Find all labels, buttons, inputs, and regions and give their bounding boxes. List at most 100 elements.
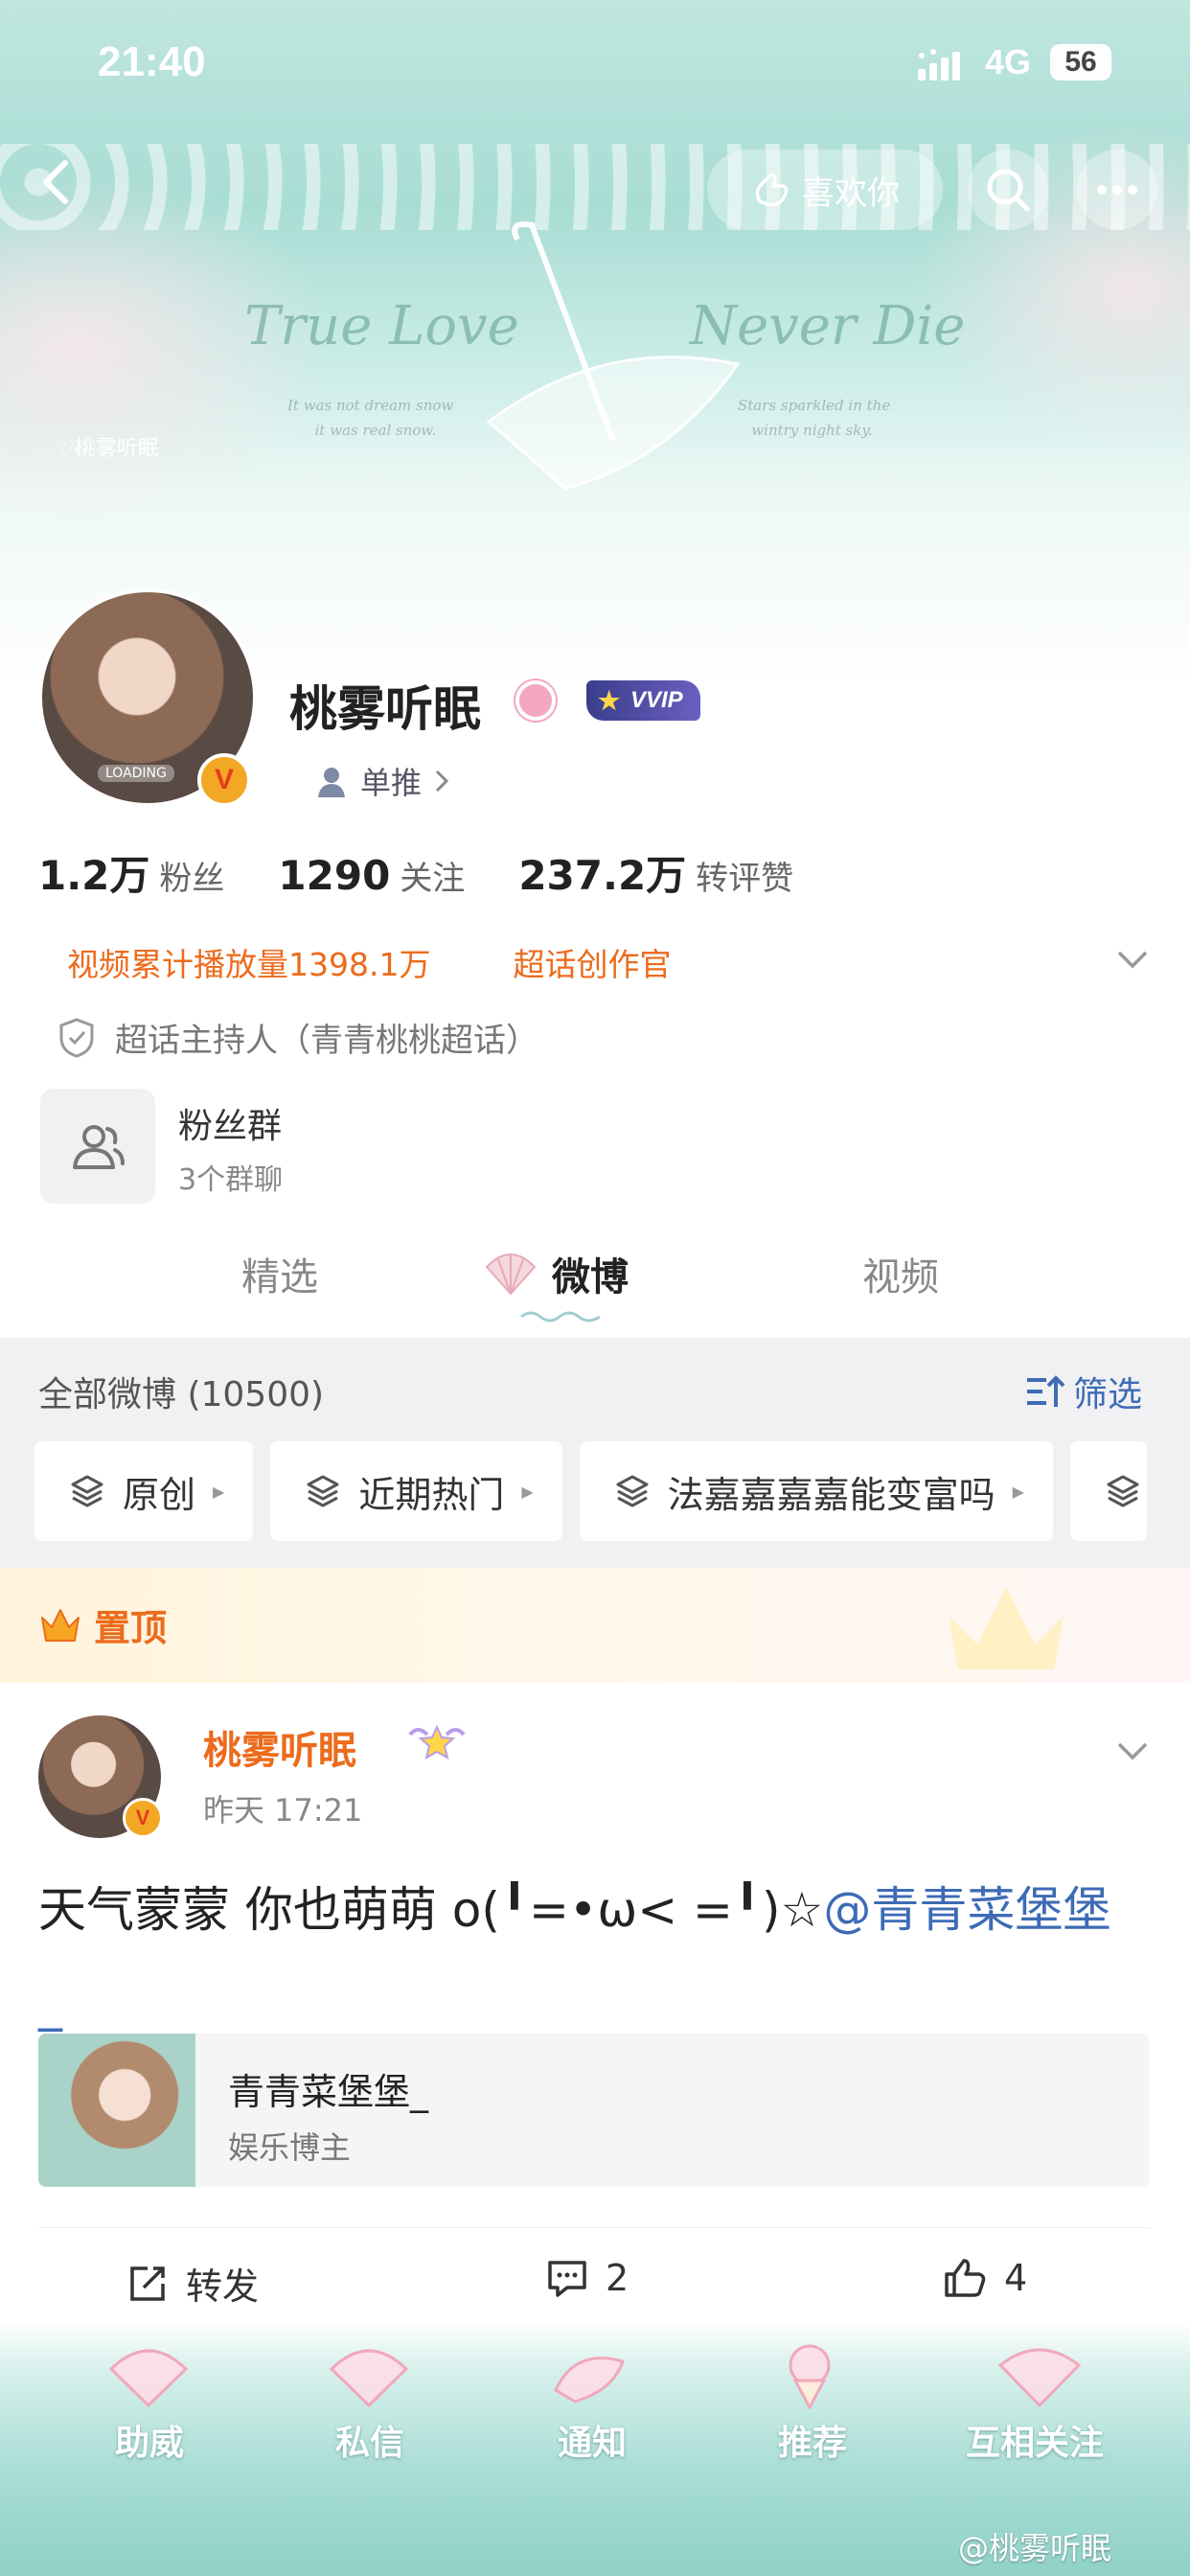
weibo-watermark: @桃雾听眠 <box>958 2530 1112 2566</box>
banner-poem-right: Stars sparkled in the wintry night sky. <box>738 397 891 439</box>
fans-group-subtitle: 3个群聊 <box>178 1163 284 1197</box>
feed-header: 全部微博 (10500) 筛选 原创 ▶ 近期热门 ▶ 法嘉嘉嘉嘉能变富吗 ▶ <box>0 1338 1190 1568</box>
fan-tag-label: 单推 <box>360 765 423 801</box>
post-body: 天气蒙蒙 你也萌萌 o(╹=•ω< =╹)☆ <box>38 1882 824 1938</box>
mentioned-user-name: 青青菜堡堡_ <box>228 2071 429 2113</box>
feed-title: 全部微博 (10500) <box>38 1375 325 1414</box>
host-info[interactable]: 超话主持人（青青桃桃超话） <box>57 1014 538 1061</box>
stat-following-label: 关注 <box>400 860 466 898</box>
repost-label: 转发 <box>186 2266 260 2308</box>
post-actions: 转发 2 4 <box>38 2227 1150 2333</box>
profile-stats: 1.2万 粉丝 1290 关注 237.2万 转评赞 <box>38 843 793 902</box>
chevron-right-icon <box>435 770 449 793</box>
tab-featured[interactable]: 精选 <box>241 1246 318 1301</box>
chip-original[interactable]: 原创 ▶ <box>34 1441 254 1541</box>
mentioned-user-card[interactable]: 青青菜堡堡_ 娱乐博主 <box>38 2034 1150 2187</box>
tab-underline-deco <box>520 1311 601 1322</box>
host-label: 超话主持人（青青桃桃超话） <box>115 1022 538 1060</box>
more-button[interactable] <box>1077 150 1157 230</box>
message-button[interactable]: 私信 <box>335 2415 404 2465</box>
crown-decoration <box>949 1587 1064 1669</box>
post-author[interactable]: 桃雾听眠 <box>203 1719 356 1775</box>
fans-group-icon-box <box>40 1089 155 1204</box>
layers-icon <box>1107 1475 1139 1507</box>
post-text: 天气蒙蒙 你也萌萌 o(╹=•ω< =╹)☆@青青菜堡堡 _ <box>38 1863 1159 2051</box>
tab-weibo[interactable]: 微博 <box>552 1246 629 1301</box>
caret-right-icon: ▶ <box>1012 1482 1024 1501</box>
vvip-badge[interactable]: VVIP <box>586 680 700 721</box>
back-icon[interactable] <box>29 153 86 211</box>
battery-level: 56 <box>1050 44 1111 80</box>
fan-shell-icon <box>997 2348 1082 2408</box>
fan-tag-button[interactable]: 单推 <box>316 759 450 803</box>
category-chips: 原创 ▶ 近期热门 ▶ 法嘉嘉嘉嘉能变富吗 ▶ <box>34 1441 1147 1541</box>
banner-name-watermark: ♡桃雾听眠 <box>56 437 159 461</box>
stat-interactions-label: 转评赞 <box>696 860 794 898</box>
thumbs-up-icon <box>945 2259 986 2297</box>
signal-icon <box>918 49 960 80</box>
filter-button[interactable]: 筛选 <box>1025 1367 1142 1416</box>
conch-icon <box>554 2357 625 2404</box>
like-you-label: 喜欢你 <box>802 173 900 213</box>
heart-hand-icon <box>755 172 789 207</box>
search-icon <box>987 169 1030 212</box>
banner-poem-left: It was not dream snow it was real snow. <box>287 397 454 439</box>
shell-icon <box>108 2349 189 2408</box>
repost-icon <box>130 2266 165 2301</box>
seashell-icon <box>485 1254 537 1296</box>
stat-followers-num: 1.2万 <box>38 852 150 899</box>
stat-interactions[interactable]: 237.2万 转评赞 <box>518 843 793 902</box>
mutual-follow-button[interactable]: 互相关注 <box>966 2415 1104 2465</box>
post-mention-tail[interactable]: _ <box>38 1976 62 2032</box>
fans-group[interactable]: 粉丝群 3个群聊 <box>38 1087 1150 1206</box>
cheer-button[interactable]: 助威 <box>115 2415 184 2465</box>
pinned-bar: 置顶 <box>0 1568 1190 1683</box>
video-plays-link[interactable]: 视频累计播放量1398.1万 <box>67 939 430 985</box>
super-topic-creator-link[interactable]: 超话创作官 <box>513 939 671 985</box>
shell-icon <box>329 2349 409 2408</box>
stat-followers-label: 粉丝 <box>159 860 225 898</box>
status-bar: 21:40 4G 56 <box>0 0 1190 125</box>
status-time: 21:40 <box>98 38 206 85</box>
comment-icon <box>548 2261 586 2297</box>
umbrella-illustration <box>486 221 741 491</box>
fans-group-title: 粉丝群 <box>178 1107 283 1146</box>
more-icon <box>1097 185 1137 195</box>
comment-button[interactable]: 2 <box>546 2257 629 2299</box>
layers-icon <box>616 1475 649 1507</box>
ice-cream-icon <box>789 2344 831 2409</box>
recommend-button[interactable]: 推荐 <box>778 2415 847 2465</box>
chip-more-cut[interactable] <box>1069 1441 1147 1541</box>
profile-tabs: 精选 微博 视频 <box>0 1236 1190 1336</box>
notify-button[interactable]: 通知 <box>558 2415 627 2465</box>
search-button[interactable] <box>968 150 1048 230</box>
super-topic-icon[interactable] <box>515 680 556 721</box>
chip-original-label: 原创 <box>123 1473 196 1516</box>
filter-label: 筛选 <box>1073 1375 1143 1414</box>
post-time: 昨天 17:21 <box>203 1792 363 1828</box>
avatar-loading-tag: LOADING <box>98 765 174 782</box>
member-badge-icon <box>408 1724 466 1760</box>
chip-topic[interactable]: 法嘉嘉嘉嘉能变富吗 ▶ <box>579 1441 1053 1541</box>
mentioned-user-role: 娱乐博主 <box>228 2129 352 2166</box>
post-verified-badge: V <box>123 1798 163 1838</box>
chip-topic-label: 法嘉嘉嘉嘉能变富吗 <box>667 1473 995 1516</box>
tab-video[interactable]: 视频 <box>862 1246 939 1301</box>
chip-trending[interactable]: 近期热门 ▶ <box>270 1441 562 1541</box>
mentioned-user-thumbnail <box>38 2034 195 2187</box>
chevron-down-icon[interactable] <box>1113 941 1152 979</box>
verified-badge: V <box>197 753 251 807</box>
shield-icon <box>59 1017 94 1058</box>
group-icon <box>73 1125 125 1169</box>
stat-following[interactable]: 1290 关注 <box>278 852 465 899</box>
profile-highlights: 视频累计播放量1398.1万 超话创作官 <box>67 939 671 985</box>
chip-trending-label: 近期热门 <box>358 1473 505 1516</box>
repost-button[interactable]: 转发 <box>126 2257 259 2310</box>
network-type: 4G <box>985 42 1032 81</box>
like-button[interactable]: 4 <box>943 2257 1027 2299</box>
post-mention[interactable]: @青青菜堡堡 <box>823 1882 1110 1938</box>
chevron-down-icon[interactable] <box>1113 1733 1152 1771</box>
like-you-button[interactable]: 喜欢你 <box>707 150 943 230</box>
stat-followers[interactable]: 1.2万 粉丝 <box>38 843 224 902</box>
pinned-label-group: 置顶 <box>38 1598 167 1651</box>
